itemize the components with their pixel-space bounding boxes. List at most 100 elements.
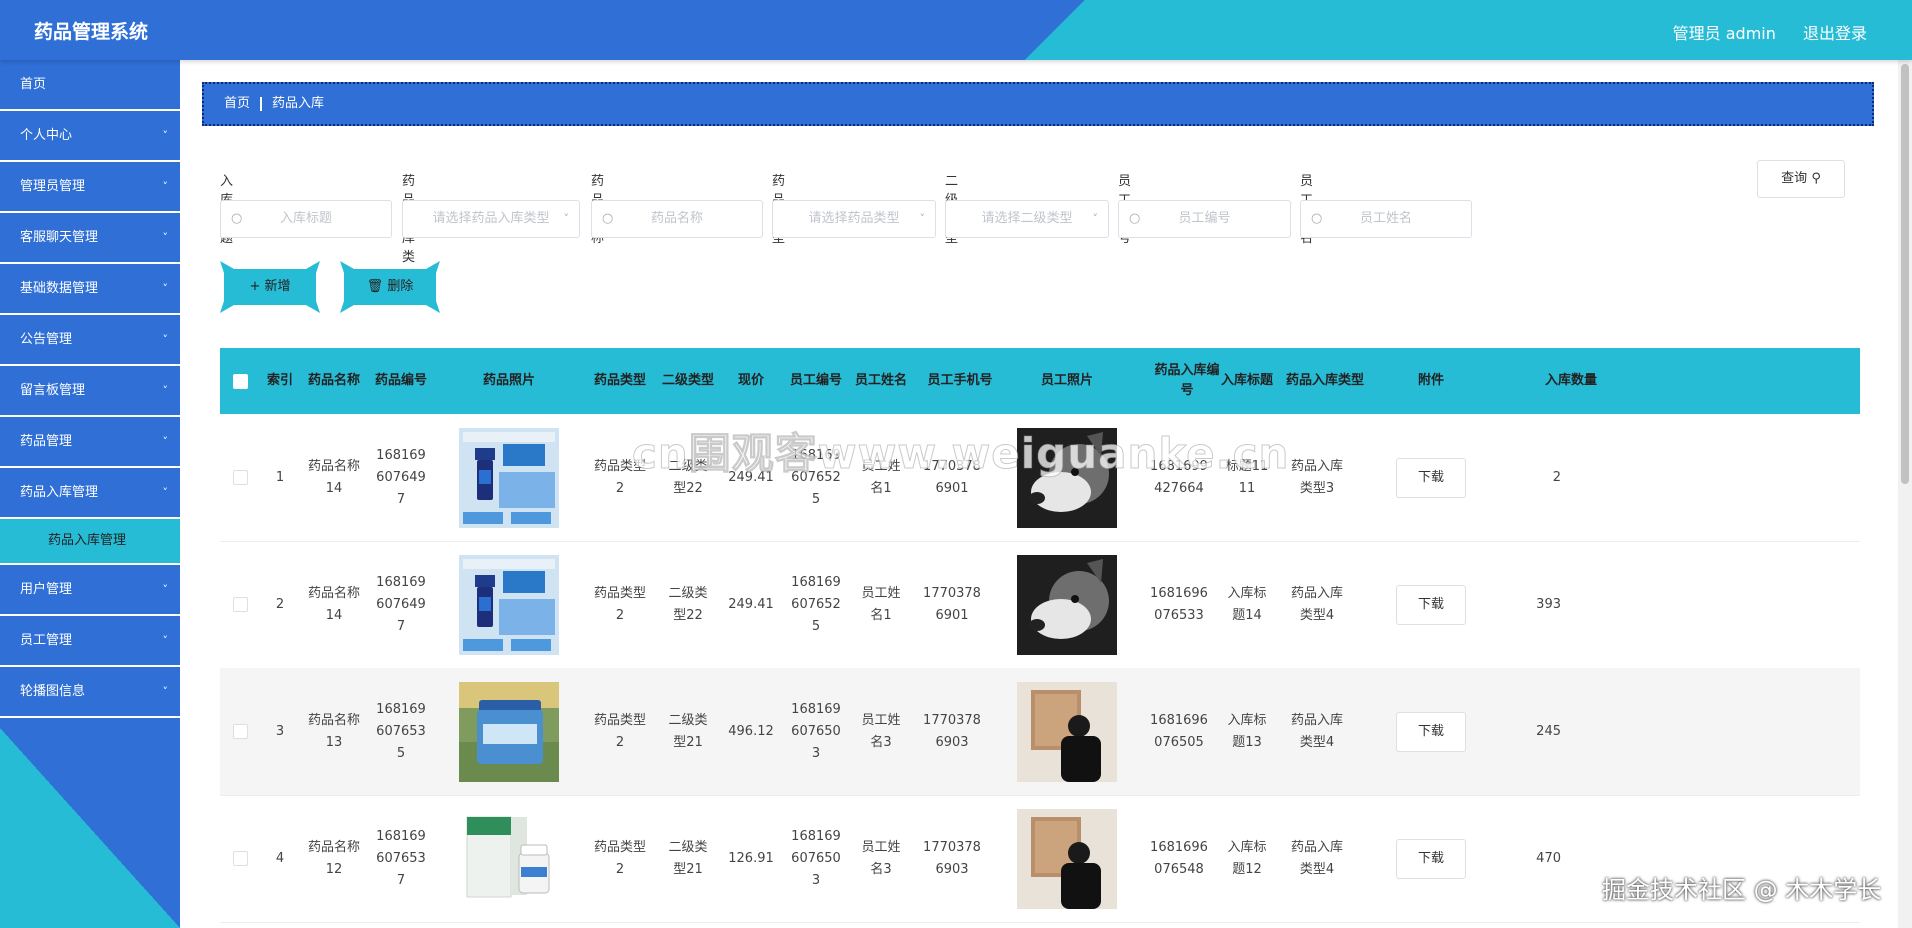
column-header: 药品照片 [482, 373, 535, 388]
download-button[interactable]: 下载 [1396, 457, 1466, 498]
filter-select[interactable]: 请选择药品类型 ˅ [772, 200, 936, 238]
quantity-text: 245 [1536, 723, 1561, 739]
scrollbar-thumb[interactable] [1901, 64, 1909, 484]
search-icon: ○ [1129, 211, 1141, 226]
top-header: 药品管理系统 管理员 admin 退出登录 [0, 0, 1912, 60]
attachment-cell: 下载 [1356, 795, 1506, 922]
query-button[interactable]: 查询 ⚲ [1757, 160, 1845, 198]
column-header: 员工姓名 [854, 373, 907, 388]
chevron-down-icon: ˅ [162, 634, 169, 647]
sidebar-item-label: 个人中心 [20, 128, 73, 143]
sub-type-text: 二级类型21 [668, 839, 708, 877]
sidebar-item[interactable]: 留言板管理 ˅ [0, 366, 180, 417]
drug-photo[interactable] [459, 808, 559, 909]
chevron-down-icon: ˅ [162, 231, 169, 244]
filter-group: 员工编号员工编号○ [1118, 170, 1291, 246]
add-button[interactable]: + 新增 [220, 269, 320, 305]
search-icon: ○ [1311, 211, 1323, 226]
employee-photo-cell [992, 668, 1142, 795]
table-header: 索引 药品名称 药品编号 药品照片 药品类型 二级类型 现价 员工编号 员工姓名 员工手机号 员工照… [220, 348, 1860, 414]
column-header: 药品类型 [593, 373, 646, 388]
index-cell: 3 [260, 668, 300, 795]
row-checkbox[interactable] [232, 724, 248, 739]
quantity-text: 470 [1536, 850, 1561, 866]
sidebar-menu: 首页 个人中心 ˅ 管理员管理 ˅ 客服聊天管理 ˅ 基础数据管理 ˅ 公告管理 ˅ 留言板管理 ˅ 药品… [0, 60, 180, 718]
sidebar-item[interactable]: 首页 [0, 60, 180, 111]
column-header: 二级类型 [661, 373, 714, 388]
filter-input[interactable]: 员工姓名 ○ [1300, 200, 1472, 238]
employee-phone-cell: 17703786903 [912, 668, 992, 795]
stock-title-cell: 入库标题12 [1216, 795, 1278, 922]
drug-photo[interactable] [459, 554, 559, 655]
row-checkbox[interactable] [232, 470, 248, 485]
filter-label: 二级类型 [945, 174, 959, 246]
employee-photo[interactable] [1017, 554, 1117, 655]
select-all-checkbox[interactable] [232, 373, 248, 389]
drug-name-text: 药品名称14 [308, 458, 361, 496]
logout-link[interactable]: 退出登录 [1803, 24, 1867, 43]
drug-photo[interactable] [459, 681, 559, 782]
filter-group: 二级类型请选择二级类型 ˅ [945, 170, 1109, 246]
drug-photo[interactable] [459, 427, 559, 528]
chevron-down-icon: ˅ [162, 685, 169, 698]
drug-name-cell: 药品名称14 [300, 541, 368, 668]
drug-photo-cell [434, 541, 584, 668]
sidebar-item[interactable]: 药品管理 ˅ [0, 417, 180, 468]
trash-icon: 🗑 [366, 279, 388, 294]
row-checkbox[interactable] [232, 851, 248, 866]
sidebar-subitem[interactable]: 药品入库管理 [0, 519, 180, 565]
app-title: 药品管理系统 [34, 21, 149, 43]
filter-input[interactable]: 药品名称 ○ [591, 200, 763, 238]
filter-group: 药品类型请选择药品类型 ˅ [772, 170, 936, 246]
filter-label: 入库标题 [220, 174, 234, 246]
filter-group: 药品入库类型 请选择药品入库类型 ˅ [402, 170, 580, 284]
employee-photo[interactable] [1017, 808, 1117, 909]
index-cell: 1 [260, 414, 300, 541]
download-button[interactable]: 下载 [1396, 584, 1466, 625]
row-select-cell [220, 414, 260, 541]
employee-name-text: 员工姓名3 [861, 712, 901, 750]
sidebar-item-label: 轮播图信息 [20, 684, 86, 699]
sidebar-item-label: 客服聊天管理 [20, 230, 99, 245]
sidebar-item[interactable]: 个人中心 ˅ [0, 111, 180, 162]
plus-icon: + [249, 279, 265, 294]
delete-label: 删除 [387, 279, 414, 294]
stock-no-cell: 1681696076548 [1142, 795, 1216, 922]
filter-select[interactable]: 请选择二级类型 ˅ [945, 200, 1109, 238]
price-cell: 249.41 [720, 541, 782, 668]
chevron-down-icon: ˅ [563, 212, 570, 225]
sidebar-item[interactable]: 公告管理 ˅ [0, 315, 180, 366]
page-scrollbar[interactable] [1898, 60, 1912, 928]
employee-photo[interactable] [1017, 681, 1117, 782]
sidebar-item[interactable]: 药品入库管理 ˅ [0, 468, 180, 519]
delete-button[interactable]: 🗑 删除 [340, 269, 440, 305]
stock-type-cell: 药品入库类型4 [1278, 795, 1356, 922]
filter-label: 药品类型 [772, 174, 786, 246]
sidebar-item[interactable]: 客服聊天管理 ˅ [0, 213, 180, 264]
sidebar-item[interactable]: 轮播图信息 ˅ [0, 667, 180, 718]
sidebar-item[interactable]: 员工管理 ˅ [0, 616, 180, 667]
sidebar-item[interactable]: 基础数据管理 ˅ [0, 264, 180, 315]
download-button[interactable]: 下载 [1396, 711, 1466, 752]
row-checkbox[interactable] [232, 597, 248, 612]
filter-placeholder: 药品名称 [650, 211, 703, 226]
sidebar-item[interactable]: 用户管理 ˅ [0, 565, 180, 616]
chevron-down-icon: ˅ [162, 282, 169, 295]
download-button[interactable]: 下载 [1396, 838, 1466, 879]
quantity-cell: 2 [1506, 414, 1561, 541]
drug-type-cell: 药品类型2 [584, 795, 656, 922]
breadcrumb: 首页 药品入库 [202, 82, 1874, 126]
stock-no-text: 1681696076548 [1150, 839, 1208, 877]
filter-input[interactable]: 入库标题 ○ [220, 200, 392, 238]
filter-select[interactable]: 请选择药品入库类型 ˅ [402, 200, 580, 238]
chevron-down-icon: ˅ [1092, 212, 1099, 225]
employee-phone-text: 17703786903 [923, 712, 981, 750]
sub-type-text: 二级类型21 [668, 712, 708, 750]
breadcrumb-home[interactable]: 首页 [224, 96, 250, 111]
employee-phone-text: 17703786901 [923, 585, 981, 623]
filter-input[interactable]: 员工编号 ○ [1118, 200, 1291, 238]
sidebar-item[interactable]: 管理员管理 ˅ [0, 162, 180, 213]
table-row: 3 药品名称13 1681696076535 药品类型2 二级类型21 496.12 168… [220, 668, 1860, 796]
search-icon: ○ [231, 211, 243, 226]
column-header: 员工照片 [1040, 373, 1093, 388]
